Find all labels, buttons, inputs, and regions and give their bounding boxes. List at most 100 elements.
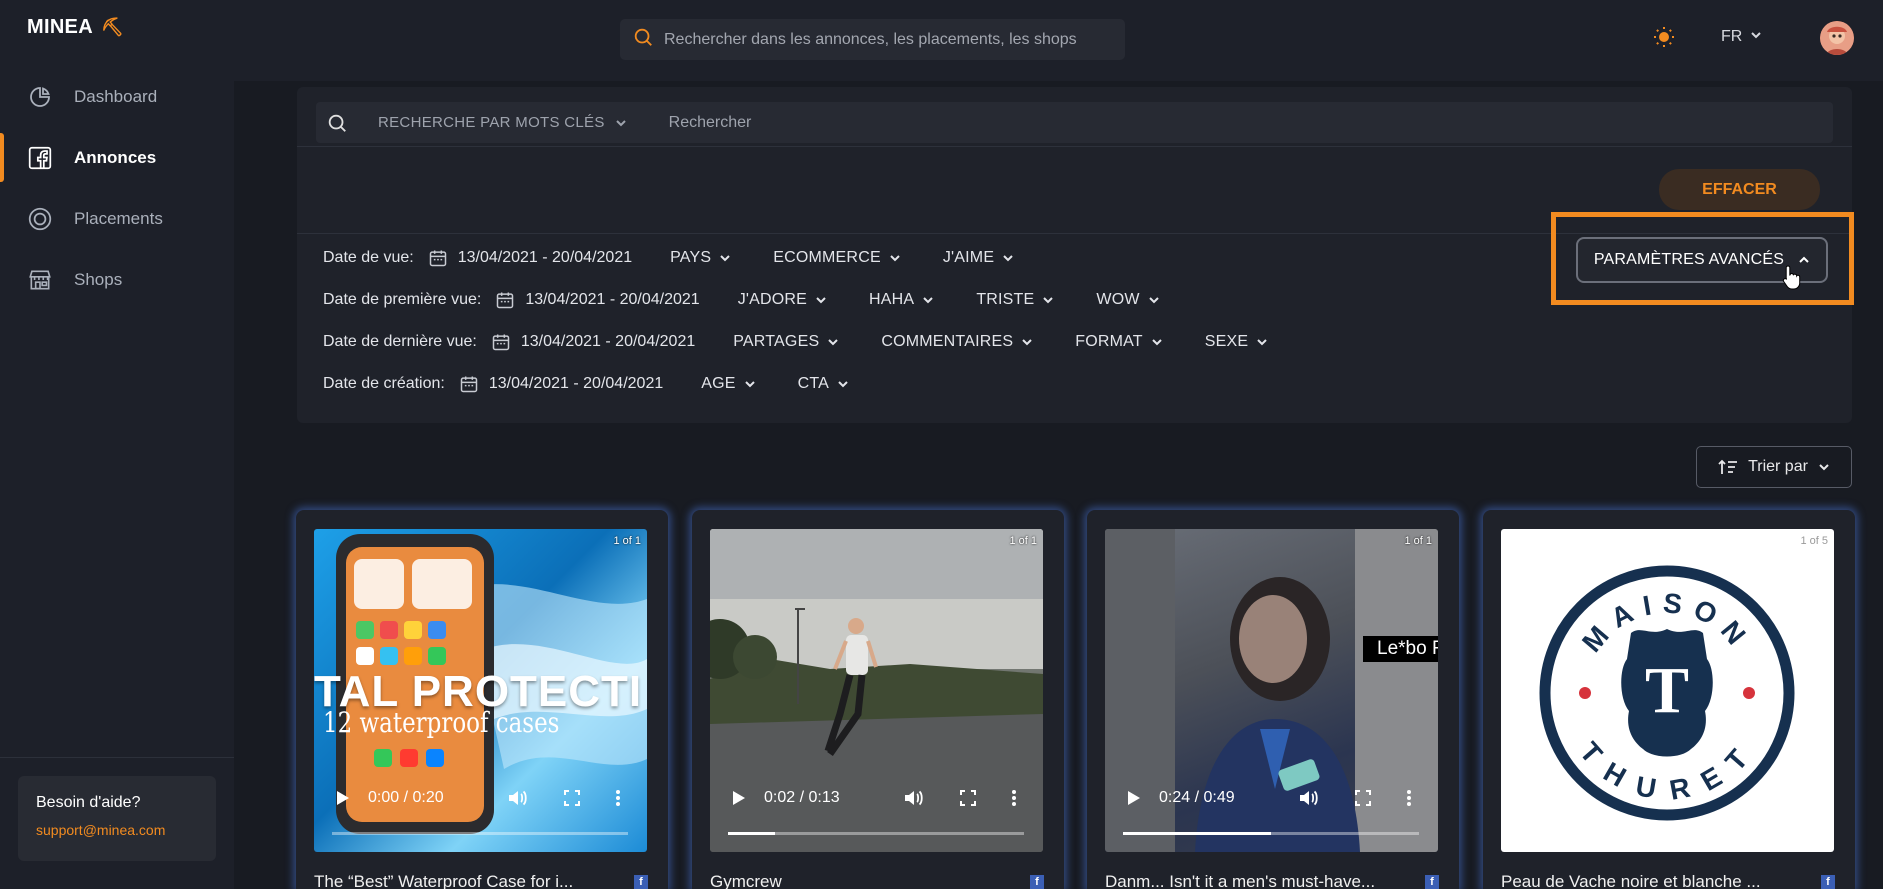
ad-card[interactable]: Le*bo F 1 of 1 0:24 / 0:49 Danm... Isn't… xyxy=(1087,510,1459,889)
chevron-down-icon xyxy=(1152,339,1162,346)
dropdown-age[interactable]: AGE xyxy=(701,375,755,393)
volume-icon[interactable] xyxy=(1299,789,1319,807)
ad-card[interactable]: 1 of 1 0:02 / 0:13 Gymcrew f xyxy=(692,510,1064,889)
keyword-search-input[interactable] xyxy=(668,113,1769,132)
ad-card[interactable]: MAISON THURET T 1 of 5 Peau de Vache noi… xyxy=(1483,510,1855,889)
play-icon[interactable] xyxy=(732,790,746,806)
video-progress-fill xyxy=(728,832,776,835)
volume-icon[interactable] xyxy=(508,789,528,807)
dropdown-wow[interactable]: WOW xyxy=(1096,291,1159,309)
dropdown-jaime[interactable]: J'AIME xyxy=(943,249,1014,267)
dropdown-format[interactable]: FORMAT xyxy=(1075,333,1163,351)
chevron-down-icon xyxy=(1043,297,1054,304)
ad-title[interactable]: Danm... Isn't it a men's must-have... xyxy=(1105,872,1405,889)
dropdown-label: CTA xyxy=(797,375,830,392)
filter-label: Date de création: xyxy=(323,375,445,392)
chevron-down-icon xyxy=(720,255,730,262)
filter-row-date-de-vue: Date de vue: 13/04/2021 - 20/04/2021 PAY… xyxy=(323,248,1056,268)
language-label: FR xyxy=(1721,28,1743,45)
calendar-icon xyxy=(497,292,514,309)
sidebar-item-dashboard[interactable]: Dashboard xyxy=(0,66,234,127)
date-range-picker[interactable]: 13/04/2021 - 20/04/2021 xyxy=(428,248,632,268)
help-box: Besoin d'aide? support@minea.com xyxy=(18,776,216,861)
fullscreen-icon[interactable] xyxy=(564,790,580,806)
store-icon xyxy=(26,266,54,294)
ad-image[interactable]: MAISON THURET T 1 of 5 xyxy=(1501,529,1834,852)
ad-card[interactable]: TAL PROTECTI 12 waterproof cases 1 of 1 … xyxy=(296,510,668,889)
ad-overlay-subline: 12 waterproof cases xyxy=(323,706,560,739)
more-options-icon[interactable] xyxy=(1406,789,1412,807)
ad-title[interactable]: The “Best” Waterproof Case for i... xyxy=(314,872,614,889)
help-title: Besoin d'aide? xyxy=(36,794,141,811)
date-range-value: 13/04/2021 - 20/04/2021 xyxy=(457,249,633,266)
theme-toggle-sun-icon[interactable] xyxy=(1652,25,1676,54)
sort-button[interactable]: Trier par xyxy=(1696,446,1852,488)
maison-thuret-logo: MAISON THURET T xyxy=(1539,565,1795,821)
ad-title[interactable]: Peau de Vache noire et blanche ... xyxy=(1501,872,1801,889)
global-search-input[interactable] xyxy=(664,30,1104,49)
more-options-icon[interactable] xyxy=(1011,789,1017,807)
sidebar-nav: Dashboard Annonces Placements Shops xyxy=(0,66,234,310)
user-avatar[interactable] xyxy=(1820,21,1854,55)
ad-title[interactable]: Gymcrew xyxy=(710,872,1010,889)
video-progress-bar[interactable] xyxy=(728,832,1024,835)
more-options-icon[interactable] xyxy=(615,789,621,807)
media-counter: 1 of 1 xyxy=(1009,535,1037,547)
help-email-link[interactable]: support@minea.com xyxy=(36,822,198,838)
dropdown-label: SEXE xyxy=(1204,333,1249,350)
sidebar-item-placements[interactable]: Placements xyxy=(0,188,234,249)
fullscreen-icon[interactable] xyxy=(1355,790,1371,806)
dropdown-commentaires[interactable]: COMMENTAIRES xyxy=(881,333,1033,351)
topbar: FR xyxy=(234,0,1883,81)
keyword-search-bar: RECHERCHE PAR MOTS CLÉS xyxy=(316,102,1833,143)
sidebar-item-shops[interactable]: Shops xyxy=(0,249,234,310)
sidebar-item-label: Annonces xyxy=(74,147,157,167)
chevron-down-icon xyxy=(1148,297,1159,304)
dropdown-label: PAYS xyxy=(670,249,712,266)
dropdown-jadore[interactable]: J'ADORE xyxy=(738,291,827,309)
chevron-down-icon xyxy=(890,255,900,262)
dropdown-sexe[interactable]: SEXE xyxy=(1205,333,1269,351)
ad-overlay-caption: Le*bo F xyxy=(1363,636,1438,662)
date-range-picker[interactable]: 13/04/2021 - 20/04/2021 xyxy=(495,290,700,310)
language-selector[interactable]: FR xyxy=(1721,28,1762,46)
clear-filters-button[interactable]: EFFACER xyxy=(1659,169,1820,210)
video-progress-bar[interactable] xyxy=(332,832,628,835)
media-counter: 1 of 1 xyxy=(613,535,641,547)
filter-row-date-de-derniere-vue: Date de dernière vue: 13/04/2021 - 20/04… xyxy=(323,332,1310,352)
pickaxe-icon: ⛏ xyxy=(100,17,125,37)
play-icon[interactable] xyxy=(1127,790,1141,806)
hand-cursor-icon xyxy=(1782,264,1802,295)
facebook-icon: f xyxy=(1030,875,1044,889)
chevron-down-icon xyxy=(744,381,755,388)
app-logo[interactable]: MINEA ⛏ xyxy=(27,16,124,39)
ad-video[interactable]: 1 of 1 0:02 / 0:13 xyxy=(710,529,1043,852)
dropdown-label: ECOMMERCE xyxy=(773,249,881,266)
dropdown-cta[interactable]: CTA xyxy=(798,375,849,393)
volume-icon[interactable] xyxy=(904,789,924,807)
date-range-value: 13/04/2021 - 20/04/2021 xyxy=(520,333,696,350)
dropdown-triste[interactable]: TRISTE xyxy=(976,291,1054,309)
sidebar-item-annonces[interactable]: Annonces xyxy=(0,127,234,188)
date-range-picker[interactable]: 13/04/2021 - 20/04/2021 xyxy=(491,332,695,352)
dropdown-pays[interactable]: PAYS xyxy=(670,249,731,267)
filter-label: Date de vue: xyxy=(323,249,414,266)
dropdown-ecommerce[interactable]: ECOMMERCE xyxy=(773,249,901,267)
ad-video[interactable]: Le*bo F 1 of 1 0:24 / 0:49 xyxy=(1105,529,1438,852)
divider xyxy=(297,146,1852,147)
date-range-picker[interactable]: 13/04/2021 - 20/04/2021 xyxy=(459,374,663,394)
sort-icon xyxy=(1718,459,1738,474)
keyword-mode-dropdown[interactable]: RECHERCHE PAR MOTS CLÉS xyxy=(378,114,627,131)
dropdown-haha[interactable]: HAHA xyxy=(869,291,934,309)
ad-video[interactable]: TAL PROTECTI 12 waterproof cases 1 of 1 … xyxy=(314,529,647,852)
pie-chart-icon xyxy=(26,83,54,111)
play-icon[interactable] xyxy=(336,790,350,806)
video-controls: 0:00 / 0:20 xyxy=(314,772,647,852)
dropdown-partages[interactable]: PARTAGES xyxy=(733,333,839,351)
chevron-down-icon xyxy=(828,339,839,346)
dropdown-label: WOW xyxy=(1096,291,1140,308)
calendar-icon xyxy=(429,250,446,267)
video-progress-bar[interactable] xyxy=(1123,832,1419,835)
facebook-icon: f xyxy=(634,875,648,889)
fullscreen-icon[interactable] xyxy=(960,790,976,806)
